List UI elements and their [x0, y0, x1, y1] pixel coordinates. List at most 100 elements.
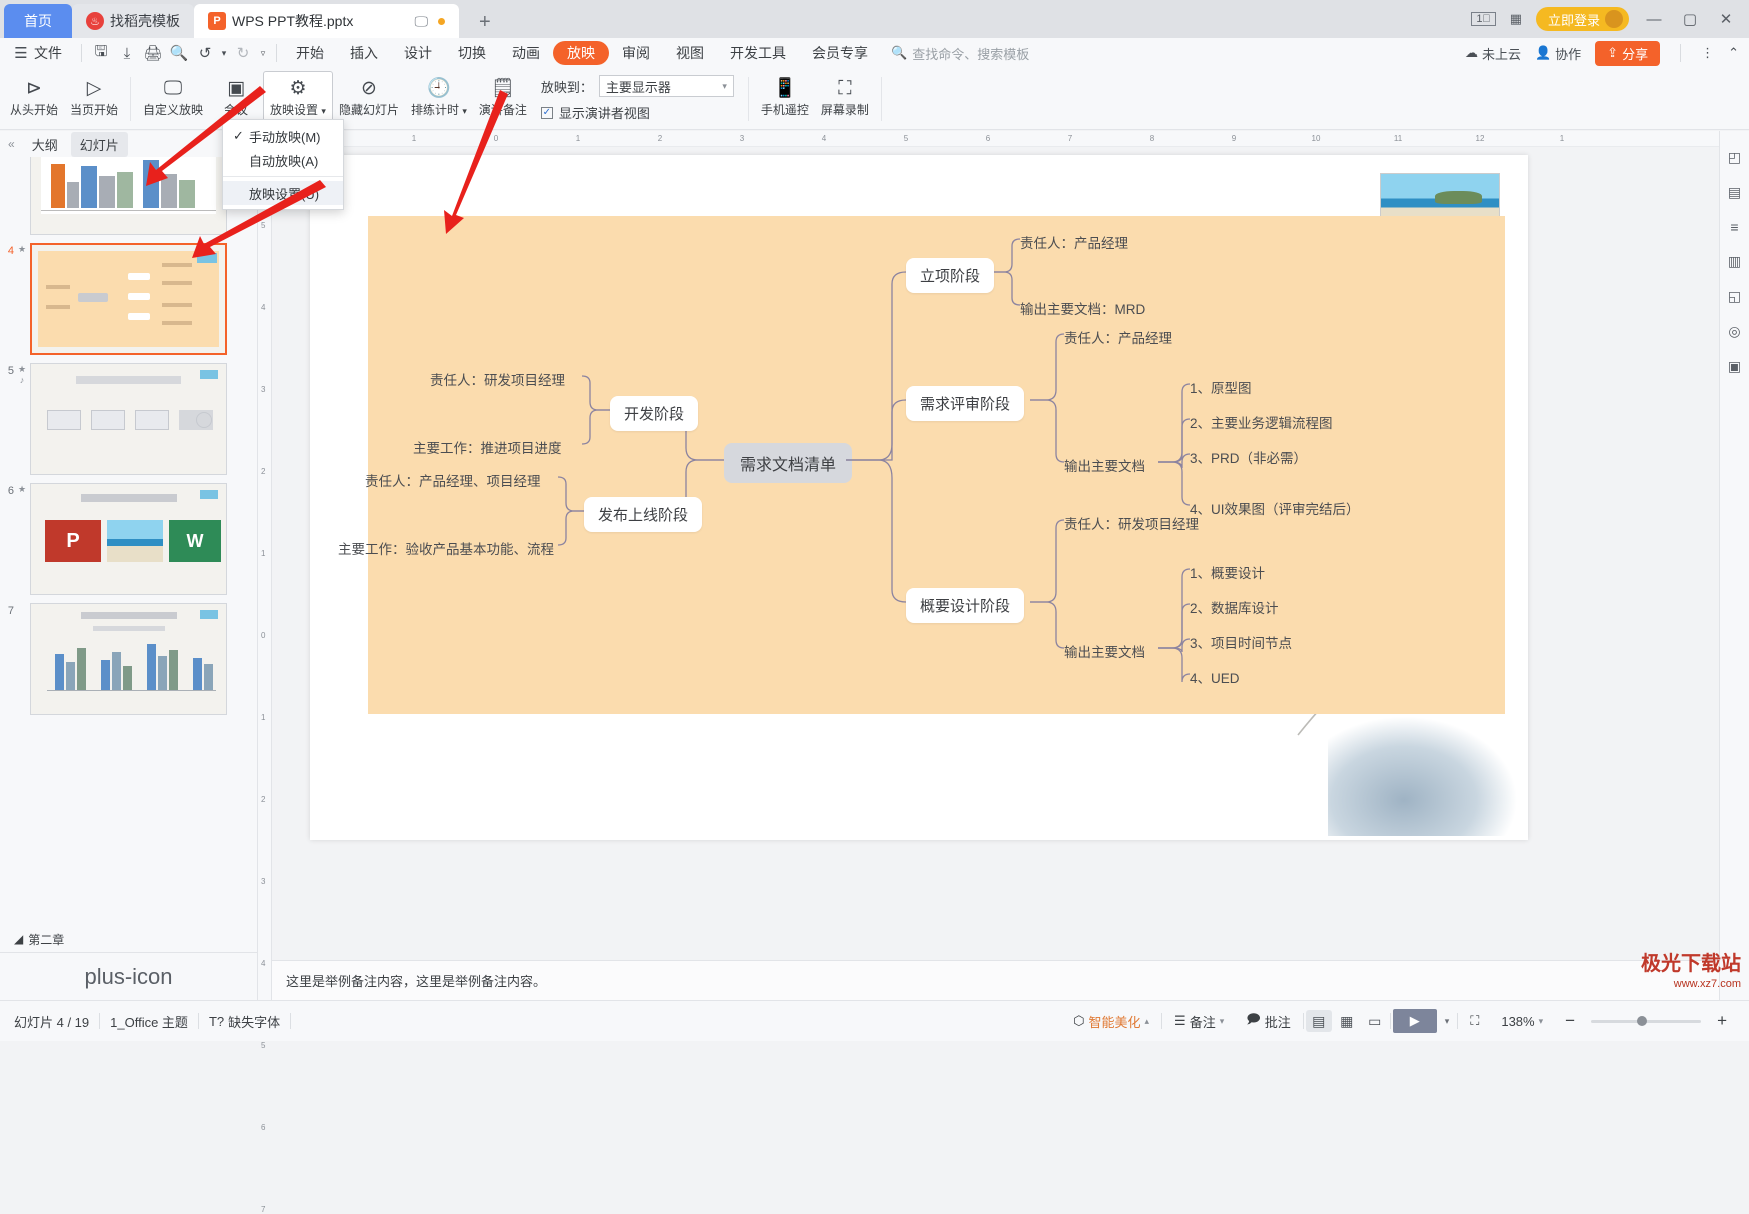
library-icon[interactable]: ▣: [1728, 358, 1741, 375]
list-item[interactable]: 6 ★ P W: [0, 479, 257, 599]
mindmap-leaf[interactable]: 输出主要文档: [1064, 641, 1145, 661]
grid-icon[interactable]: ▦: [1510, 11, 1522, 27]
login-button[interactable]: 立即登录: [1536, 7, 1629, 31]
start-slideshow-button[interactable]: ▶: [1393, 1009, 1437, 1033]
slide-thumb-process[interactable]: [30, 363, 227, 475]
mindmap-leaf[interactable]: 责任人：研发项目经理: [430, 369, 565, 389]
theme-name[interactable]: 1_Office 主题: [100, 1012, 198, 1031]
tab-outline[interactable]: 大纲: [23, 132, 67, 157]
comment-button[interactable]: 🗩 批注: [1236, 1010, 1300, 1032]
ribbon-button-hide-slide[interactable]: ⊘ 隐藏幻灯片: [333, 77, 405, 120]
shapes-icon[interactable]: ◰: [1728, 149, 1741, 166]
dropdown-item-manual[interactable]: ✓ 手动放映(M): [223, 124, 343, 148]
menu-item-slideshow[interactable]: 放映: [553, 41, 609, 65]
list-item[interactable]: 5 ★♪: [0, 359, 257, 479]
mindmap-leaf[interactable]: 2、主要业务逻辑流程图: [1190, 412, 1333, 432]
customize-icon[interactable]: ▿: [256, 48, 270, 59]
undo-arrow-icon[interactable]: ▾: [218, 48, 230, 59]
slide-thumb-chart2[interactable]: [30, 603, 227, 715]
page-count-icon[interactable]: 1⃞: [1471, 12, 1495, 26]
mindmap-node-dev-stage[interactable]: 开发阶段: [610, 396, 698, 431]
collapse-icon[interactable]: «: [4, 137, 19, 151]
dropdown-item-auto[interactable]: 自动放映(A): [223, 148, 343, 172]
format-icon[interactable]: ▤: [1728, 184, 1741, 201]
mindmap-canvas[interactable]: 需求文档清单: [368, 216, 1505, 714]
zoom-slider[interactable]: [1591, 1020, 1701, 1023]
menu-item-insert[interactable]: 插入: [337, 39, 391, 67]
redo-icon[interactable]: ↻: [230, 44, 256, 62]
missing-font-status[interactable]: T? 缺失字体: [199, 1012, 290, 1031]
view-normal-button[interactable]: ▤: [1306, 1010, 1332, 1032]
mindmap-leaf[interactable]: 输出主要文档: [1064, 455, 1145, 475]
mindmap-leaf[interactable]: 主要工作：推进项目进度: [413, 437, 562, 457]
view-sorter-button[interactable]: ▦: [1334, 1010, 1360, 1032]
menu-item-review[interactable]: 审阅: [609, 39, 663, 67]
hamburger-icon[interactable]: ☰: [8, 44, 34, 62]
mindmap-node-release-stage[interactable]: 发布上线阶段: [584, 497, 702, 532]
slide-canvas[interactable]: 需求文档清单: [310, 155, 1528, 840]
tab-docer-template[interactable]: ♨ 找稻壳模板: [72, 4, 194, 38]
zoom-in-button[interactable]: +: [1707, 1011, 1737, 1031]
share-button[interactable]: ⇪ 分享: [1595, 41, 1660, 66]
ribbon-button-meeting[interactable]: ▣ 会议: [209, 77, 263, 120]
align-icon[interactable]: ≡: [1730, 219, 1738, 235]
slide-thumbnails[interactable]: ★ 4 ★: [0, 157, 257, 952]
chapter-group[interactable]: ◢ 第二章: [0, 926, 257, 952]
search-command[interactable]: 🔍 查找命令、搜索模板: [891, 44, 1029, 63]
tab-home[interactable]: 首页: [4, 4, 72, 38]
minimize-button[interactable]: —: [1643, 11, 1665, 28]
mindmap-node-design-stage[interactable]: 概要设计阶段: [906, 588, 1024, 623]
menu-item-devtools[interactable]: 开发工具: [717, 39, 799, 67]
mindmap-leaf[interactable]: 3、项目时间节点: [1190, 632, 1292, 652]
tab-slides[interactable]: 幻灯片: [71, 132, 128, 157]
menu-item-view[interactable]: 视图: [663, 39, 717, 67]
dropdown-item-show-settings[interactable]: 放映设置(U): [223, 181, 343, 205]
view-reading-button[interactable]: ▭: [1362, 1010, 1388, 1032]
mindmap-leaf[interactable]: 主要工作：验收产品基本功能、流程: [338, 538, 554, 558]
list-item[interactable]: 7: [0, 599, 257, 719]
smart-beautify-button[interactable]: ⬡ 智能美化 ▴: [1063, 1012, 1159, 1031]
chevron-up-icon[interactable]: ⌃: [1728, 45, 1739, 61]
mindmap-leaf[interactable]: 4、UI效果图（评审完结后）: [1190, 498, 1360, 518]
presenter-view-checkbox[interactable]: ✓: [541, 107, 553, 119]
chart-panel-icon[interactable]: ▥: [1728, 253, 1741, 270]
add-slide-button[interactable]: plus-icon: [0, 952, 257, 1000]
fit-to-window-button[interactable]: ⛶: [1460, 1013, 1489, 1029]
ribbon-button-rehearse[interactable]: 🕘 排练计时 ▾: [405, 77, 473, 120]
mindmap-node-initiation-stage[interactable]: 立项阶段: [906, 258, 994, 293]
ribbon-button-from-current[interactable]: ▷ 当页开始: [64, 77, 124, 120]
save-as-icon[interactable]: ⤓: [114, 45, 140, 62]
file-menu[interactable]: 文件: [34, 39, 75, 67]
menu-item-animation[interactable]: 动画: [499, 39, 553, 67]
mindmap-leaf[interactable]: 2、数据库设计: [1190, 597, 1279, 617]
menu-item-start[interactable]: 开始: [283, 39, 337, 67]
mindmap-leaf[interactable]: 责任人：产品经理: [1064, 327, 1172, 347]
mindmap-leaf[interactable]: 1、概要设计: [1190, 562, 1265, 582]
zoom-out-button[interactable]: −: [1555, 1011, 1585, 1031]
more-vertical-icon[interactable]: ⋮: [1701, 45, 1714, 61]
chevron-down-icon[interactable]: ▾: [1439, 1016, 1456, 1027]
ribbon-button-from-start[interactable]: ⊳ 从头开始: [4, 77, 64, 120]
list-item[interactable]: 4 ★: [0, 239, 257, 359]
new-tab-button[interactable]: +: [469, 11, 501, 38]
layers-icon[interactable]: ◱: [1728, 288, 1741, 305]
mindmap-leaf[interactable]: 责任人：产品经理: [1020, 232, 1128, 252]
ribbon-button-screen-record[interactable]: ⛶ 屏幕录制: [815, 77, 875, 120]
ribbon-button-presenter-notes[interactable]: 🗒 演讲备注: [473, 77, 533, 120]
menu-item-design[interactable]: 设计: [391, 39, 445, 67]
menu-item-transition[interactable]: 切换: [445, 39, 499, 67]
close-button[interactable]: ✕: [1715, 10, 1737, 28]
project-to-select[interactable]: 主要显示器 ▾: [599, 75, 734, 97]
mindmap-leaf[interactable]: 4、UED: [1190, 667, 1240, 687]
slide-thumb-images[interactable]: P W: [30, 483, 227, 595]
collaborate-button[interactable]: 👤 协作: [1535, 44, 1581, 63]
notes-toggle-button[interactable]: ☰ 备注 ▾: [1164, 1012, 1234, 1031]
ribbon-button-custom-show[interactable]: 🖵 自定义放映: [137, 77, 209, 120]
mindmap-leaf[interactable]: 3、PRD（非必需）: [1190, 447, 1307, 467]
mindmap-leaf[interactable]: 输出主要文档：MRD: [1020, 298, 1145, 318]
zoom-level[interactable]: 138% ▾: [1491, 1014, 1553, 1029]
mindmap-leaf[interactable]: 责任人：研发项目经理: [1064, 513, 1199, 533]
print-icon[interactable]: 🖨: [140, 44, 166, 62]
tab-document[interactable]: P WPS PPT教程.pptx 🖵: [194, 4, 459, 38]
print-preview-icon[interactable]: 🔍: [166, 44, 192, 62]
